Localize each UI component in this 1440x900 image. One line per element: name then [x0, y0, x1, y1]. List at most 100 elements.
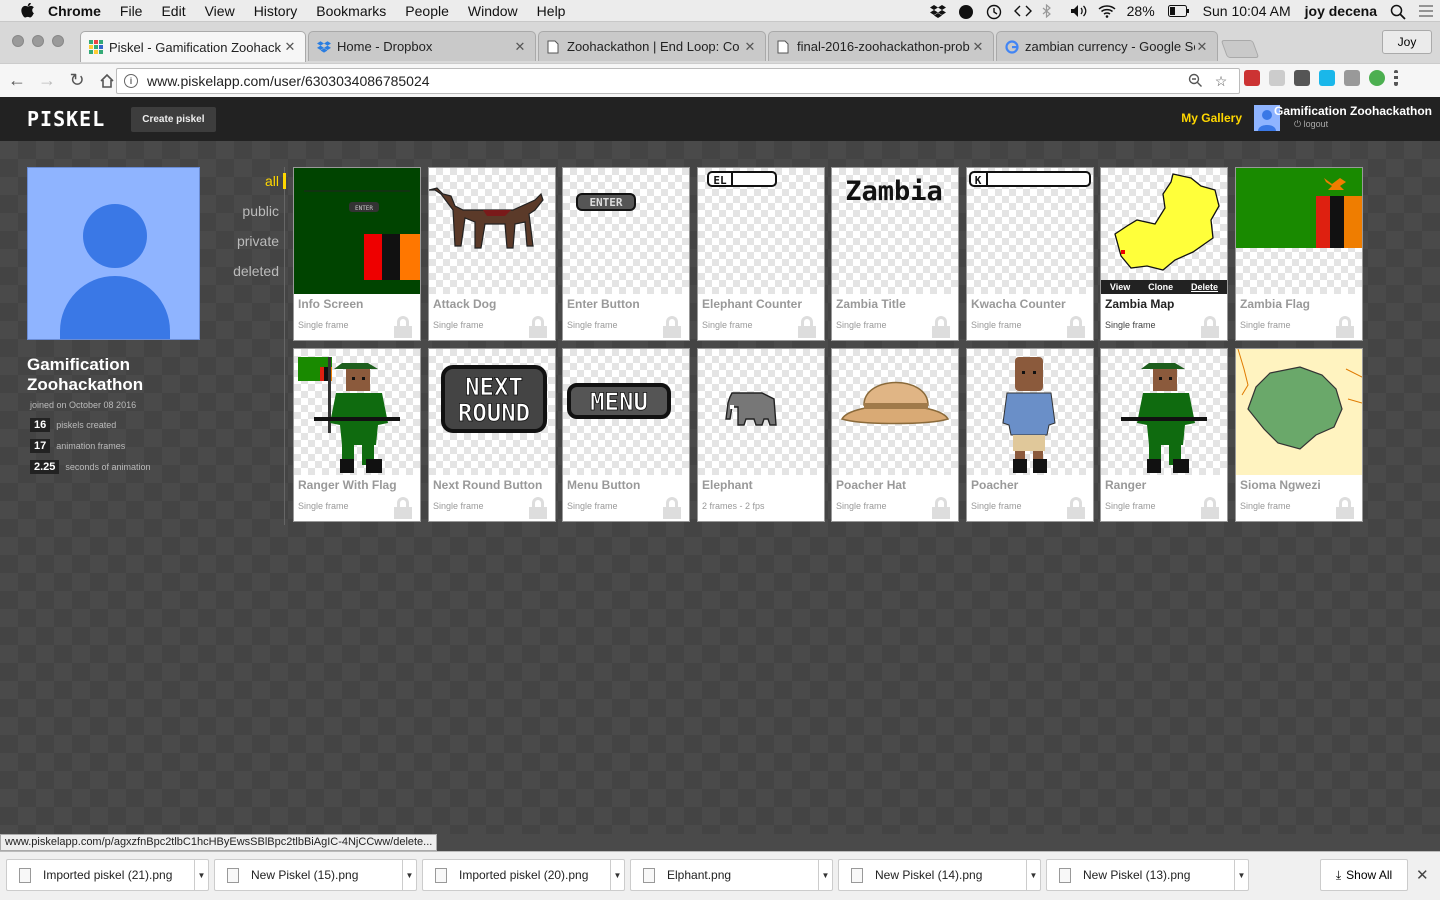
chevron-down-icon[interactable]: ▼ — [610, 860, 624, 890]
new-tab-button[interactable] — [1220, 40, 1260, 58]
close-tab-icon[interactable]: ✕ — [283, 39, 297, 55]
extension-vimeo-icon[interactable] — [1319, 70, 1335, 86]
sprite-thumbnail[interactable] — [698, 349, 824, 475]
extension-w-icon[interactable] — [1344, 70, 1360, 86]
menu-edit[interactable]: Edit — [161, 3, 185, 19]
piskel-logo[interactable]: PISKEL — [27, 107, 105, 131]
extension-green-icon[interactable] — [1369, 70, 1385, 86]
sprite-card-zambia-title[interactable]: Zambia Zambia Title Single frame — [831, 167, 959, 341]
menu-history[interactable]: History — [254, 3, 298, 19]
sprite-thumbnail[interactable]: MENU — [563, 349, 689, 475]
sprite-card-ranger[interactable]: Ranger Single frame — [1100, 348, 1228, 522]
menu-file[interactable]: File — [120, 3, 143, 19]
delete-action[interactable]: Delete — [1191, 282, 1218, 292]
sprite-card-elephant[interactable]: Elephant 2 frames - 2 fps — [697, 348, 825, 522]
extension-cast-icon[interactable] — [1269, 70, 1285, 86]
sprite-title[interactable]: Kwacha Counter — [971, 297, 1066, 311]
tab-google-search[interactable]: zambian currency - Google Se ✕ — [996, 31, 1218, 61]
apple-logo-icon[interactable] — [20, 3, 34, 19]
menu-bookmarks[interactable]: Bookmarks — [316, 3, 386, 19]
menubar-user[interactable]: joy decena — [1305, 3, 1377, 19]
sprite-thumbnail[interactable] — [1101, 349, 1227, 475]
sprite-card-menu-button[interactable]: MENU Menu Button Single frame — [562, 348, 690, 522]
download-item[interactable]: Imported piskel (21).png ▼ — [6, 859, 209, 891]
notification-center-icon[interactable] — [1418, 4, 1434, 18]
menu-window[interactable]: Window — [468, 3, 518, 19]
wifi-icon[interactable] — [1098, 4, 1116, 18]
time-machine-icon[interactable] — [986, 4, 1002, 20]
bluetooth-icon[interactable] — [1042, 3, 1058, 19]
extension-badge-icon[interactable] — [1244, 70, 1260, 86]
sprite-title[interactable]: Menu Button — [567, 478, 640, 492]
filter-private[interactable]: private — [200, 233, 279, 263]
dropbox-tray-icon[interactable] — [929, 4, 946, 18]
create-piskel-button[interactable]: Create piskel — [131, 106, 216, 132]
close-tab-icon[interactable]: ✕ — [513, 39, 527, 55]
clone-action[interactable]: Clone — [1148, 282, 1173, 292]
filter-public[interactable]: public — [200, 203, 279, 233]
sprite-title[interactable]: Poacher — [971, 478, 1018, 492]
chevron-down-icon[interactable]: ▼ — [402, 860, 416, 890]
logout-link[interactable]: ⏻ logout — [1294, 119, 1328, 130]
sprite-thumbnail[interactable] — [1236, 349, 1362, 475]
sprite-title[interactable]: Zambia Flag — [1240, 297, 1310, 311]
battery-percent[interactable]: 28% — [1127, 3, 1155, 19]
sprite-card-next-round-button[interactable]: NEXT ROUND Next Round Button Single frame — [428, 348, 556, 522]
download-item[interactable]: New Piskel (15).png ▼ — [214, 859, 417, 891]
filter-deleted[interactable]: deleted — [200, 263, 279, 293]
zoom-window-button[interactable] — [52, 35, 64, 47]
extension-pocket-icon[interactable] — [1294, 70, 1310, 86]
sprite-thumbnail[interactable]: ENTER — [294, 168, 420, 294]
sprite-thumbnail[interactable] — [967, 349, 1093, 475]
show-all-downloads-button[interactable]: ⤓ Show All — [1320, 859, 1408, 891]
sprite-card-sioma-ngwezi[interactable]: Sioma Ngwezi Single frame — [1235, 348, 1363, 522]
sprite-title[interactable]: Info Screen — [298, 297, 363, 311]
sprite-card-poacher-hat[interactable]: Poacher Hat Single frame — [831, 348, 959, 522]
download-item[interactable]: New Piskel (14).png ▼ — [838, 859, 1041, 891]
code-brackets-icon[interactable] — [1013, 4, 1032, 18]
download-item[interactable]: Imported piskel (20).png ▼ — [422, 859, 625, 891]
back-icon[interactable]: ← — [4, 68, 30, 94]
sprite-title[interactable]: Elephant Counter — [702, 297, 802, 311]
sprite-thumbnail[interactable]: View Clone Delete — [1101, 168, 1227, 294]
header-user-name[interactable]: Gamification Zoohackathon — [1274, 104, 1432, 118]
chevron-down-icon[interactable]: ▼ — [1234, 860, 1248, 890]
sprite-card-enter-button[interactable]: ENTER Enter Button Single frame — [562, 167, 690, 341]
menu-view[interactable]: View — [205, 3, 235, 19]
status-circle-icon[interactable] — [958, 4, 974, 19]
reload-icon[interactable]: ↻ — [64, 68, 90, 94]
tab-zoohackathon[interactable]: Zoohackathon | End Loop: Co ✕ — [538, 31, 766, 61]
sprite-thumbnail[interactable]: EL — [698, 168, 824, 294]
sprite-card-attack-dog[interactable]: Attack Dog Single frame — [428, 167, 556, 341]
profile-button[interactable]: Joy — [1382, 30, 1432, 54]
sprite-title[interactable]: Ranger — [1105, 478, 1146, 492]
sprite-card-zambia-map[interactable]: View Clone Delete Zambia Map Single fram… — [1100, 167, 1228, 341]
sprite-thumbnail[interactable] — [294, 349, 420, 475]
sprite-thumbnail[interactable]: ENTER — [563, 168, 689, 294]
close-downloads-icon[interactable]: ✕ — [1416, 866, 1429, 884]
sprite-thumbnail[interactable] — [832, 349, 958, 475]
address-url[interactable]: www.piskelapp.com/user/6303034086785024 — [147, 73, 1187, 89]
sprite-title[interactable]: Next Round Button — [433, 478, 542, 492]
volume-icon[interactable] — [1070, 4, 1087, 18]
view-action[interactable]: View — [1110, 282, 1130, 292]
tab-piskel[interactable]: Piskel - Gamification Zoohack ✕ — [80, 31, 306, 62]
sprite-title[interactable]: Poacher Hat — [836, 478, 906, 492]
sprite-card-info-screen[interactable]: ENTER Info Screen Single frame — [293, 167, 421, 341]
sprite-title[interactable]: Sioma Ngwezi — [1240, 478, 1321, 492]
info-icon[interactable]: i — [124, 74, 138, 88]
sprite-title[interactable]: Enter Button — [567, 297, 640, 311]
sprite-title[interactable]: Elephant — [702, 478, 753, 492]
close-window-button[interactable] — [12, 35, 24, 47]
my-gallery-link[interactable]: My Gallery — [1181, 111, 1242, 125]
sprite-thumbnail[interactable]: K — [967, 168, 1093, 294]
sprite-thumbnail[interactable]: NEXT ROUND — [429, 349, 555, 475]
logout-label[interactable]: logout — [1304, 119, 1329, 129]
tab-final-2016[interactable]: final-2016-zoohackathon-prob ✕ — [768, 31, 994, 61]
menu-help[interactable]: Help — [537, 3, 566, 19]
sprite-thumbnail[interactable]: Zambia — [832, 168, 958, 294]
sprite-thumbnail[interactable] — [1236, 168, 1362, 294]
sprite-title[interactable]: Zambia Title — [836, 297, 906, 311]
tab-dropbox[interactable]: Home - Dropbox ✕ — [308, 31, 536, 61]
download-item[interactable]: New Piskel (13).png ▼ — [1046, 859, 1249, 891]
